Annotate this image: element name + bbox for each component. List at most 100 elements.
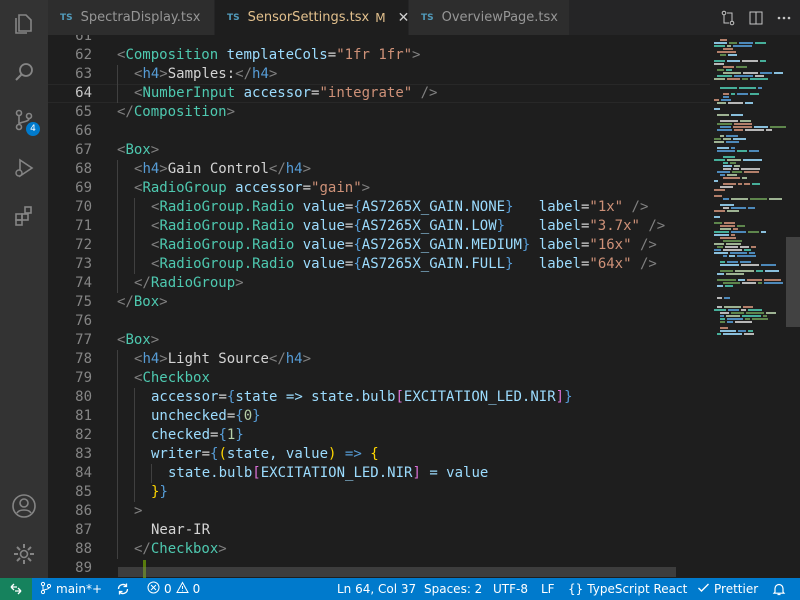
code-text: <Box>: [117, 332, 160, 348]
minimap-line: [728, 309, 739, 311]
code-line: 67 <Box>: [48, 141, 710, 160]
bell-icon[interactable]: [772, 578, 786, 600]
minimap-line: [720, 237, 736, 239]
code-line: 75 </Box>: [48, 293, 710, 312]
minimap-line: [744, 171, 759, 173]
branch-indicator[interactable]: main*+: [40, 578, 102, 600]
indentation-setting[interactable]: Spaces: 2: [424, 578, 482, 600]
search-icon[interactable]: [0, 48, 48, 96]
minimap-line: [720, 318, 725, 320]
code-text: <h4>Gain Control</h4>: [134, 161, 312, 177]
minimap-line: [756, 270, 763, 272]
prettier-status[interactable]: Prettier: [697, 578, 758, 600]
minimap-line: [714, 45, 725, 47]
minimap-line: [733, 45, 752, 47]
line-number: 74: [75, 275, 92, 291]
code-line-current: 64 <NumberInput accessor="integrate" />: [48, 84, 710, 103]
minimap-line: [726, 135, 738, 137]
braces-icon: {}: [568, 582, 584, 596]
minimap-line: [723, 156, 735, 158]
close-icon[interactable]: ✕: [398, 10, 410, 26]
code-text: <NumberInput accessor="integrate" />: [134, 85, 438, 101]
editor-actions: [720, 0, 792, 35]
extensions-icon[interactable]: [0, 192, 48, 240]
minimap-line: [729, 42, 737, 44]
line-number: 67: [75, 142, 92, 158]
minimap-line: [733, 228, 738, 230]
minimap-line: [728, 54, 737, 56]
problems-indicator[interactable]: 0 0: [147, 578, 200, 600]
minimap-line: [720, 264, 739, 266]
minimap-line: [741, 264, 759, 266]
minimap-line: [765, 270, 779, 272]
minimap-line: [714, 216, 720, 218]
error-count: 0: [164, 582, 172, 596]
minimap-line: [714, 222, 722, 224]
minimap-line: [758, 87, 762, 89]
code-text: <RadioGroup.Radio value={AS7265X_GAIN.FU…: [151, 256, 657, 272]
code-text: state.bulb[EXCITATION_LED.NIR] = value: [168, 465, 489, 481]
cursor-position[interactable]: Ln 64, Col 37: [337, 578, 416, 600]
minimap-line: [752, 183, 760, 185]
code-text: <Checkbox: [134, 370, 210, 386]
source-control-icon[interactable]: 4: [0, 96, 48, 144]
line-number: 85: [75, 484, 92, 500]
typescript-file-icon: TS: [227, 12, 240, 23]
minimap-line: [720, 174, 725, 176]
tab-label: OverviewPage.tsx: [441, 10, 558, 25]
minimap-line: [745, 102, 753, 104]
split-editor-icon[interactable]: [748, 10, 764, 26]
minimap-line: [723, 168, 731, 170]
minimap-line: [732, 171, 742, 173]
encoding-setting[interactable]: UTF-8: [493, 578, 528, 600]
explorer-icon[interactable]: [0, 0, 48, 48]
minimap-line: [737, 225, 745, 227]
minimap-line: [731, 93, 735, 95]
tab-sensor-settings[interactable]: TS SensorSettings.tsx M ✕: [215, 0, 410, 35]
minimap-line: [717, 279, 736, 281]
remote-icon[interactable]: [0, 578, 32, 600]
code-text: <RadioGroup.Radio value={AS7265X_GAIN.NO…: [151, 199, 649, 215]
minimap-line: [720, 225, 735, 227]
minimap-line: [744, 183, 750, 185]
minimap-line: [728, 102, 743, 104]
minimap-line: [743, 306, 753, 308]
vertical-scrollbar[interactable]: [786, 237, 800, 327]
code-line: 71 <RadioGroup.Radio value={AS7265X_GAIN.…: [48, 217, 710, 236]
minimap-line: [717, 285, 723, 287]
minimap-line: [733, 126, 752, 128]
line-number: 86: [75, 503, 92, 519]
minimap-line: [752, 318, 768, 320]
code-text: <h4>Light Source</h4>: [134, 351, 312, 367]
minimap-line: [723, 207, 729, 209]
error-icon: [147, 581, 160, 597]
run-debug-icon[interactable]: [0, 144, 48, 192]
compare-changes-icon[interactable]: [720, 10, 736, 26]
line-number: 84: [75, 465, 92, 481]
minimap-line: [744, 249, 751, 251]
minimap-line: [724, 297, 730, 299]
minimap-line: [761, 264, 776, 266]
sync-icon[interactable]: [116, 578, 130, 600]
settings-gear-icon[interactable]: [0, 530, 48, 578]
minimap-line: [723, 240, 742, 242]
minimap-line: [717, 69, 724, 71]
minimap-line: [717, 297, 722, 299]
minimap-line: [744, 333, 754, 335]
more-actions-icon[interactable]: [776, 10, 792, 26]
code-line: 86 >: [48, 502, 710, 521]
minimap-line: [714, 234, 729, 236]
code-editor[interactable]: 61 62 <Composition templateCols="1fr 1fr"…: [48, 35, 710, 578]
account-icon[interactable]: [0, 482, 48, 530]
minimap-line: [723, 198, 729, 200]
minimap-line: [720, 54, 726, 56]
minimap-line: [723, 249, 742, 251]
line-number: 69: [75, 180, 92, 196]
minimap-line: [745, 318, 750, 320]
minimap-line: [736, 66, 747, 68]
language-mode[interactable]: {} TypeScript React: [568, 578, 687, 600]
tab-overview-page[interactable]: TS OverviewPage.tsx: [409, 0, 569, 35]
tab-spectra-display[interactable]: TS SpectraDisplay.tsx: [48, 0, 214, 35]
eol-setting[interactable]: LF: [541, 578, 555, 600]
horizontal-scrollbar[interactable]: [118, 567, 676, 577]
